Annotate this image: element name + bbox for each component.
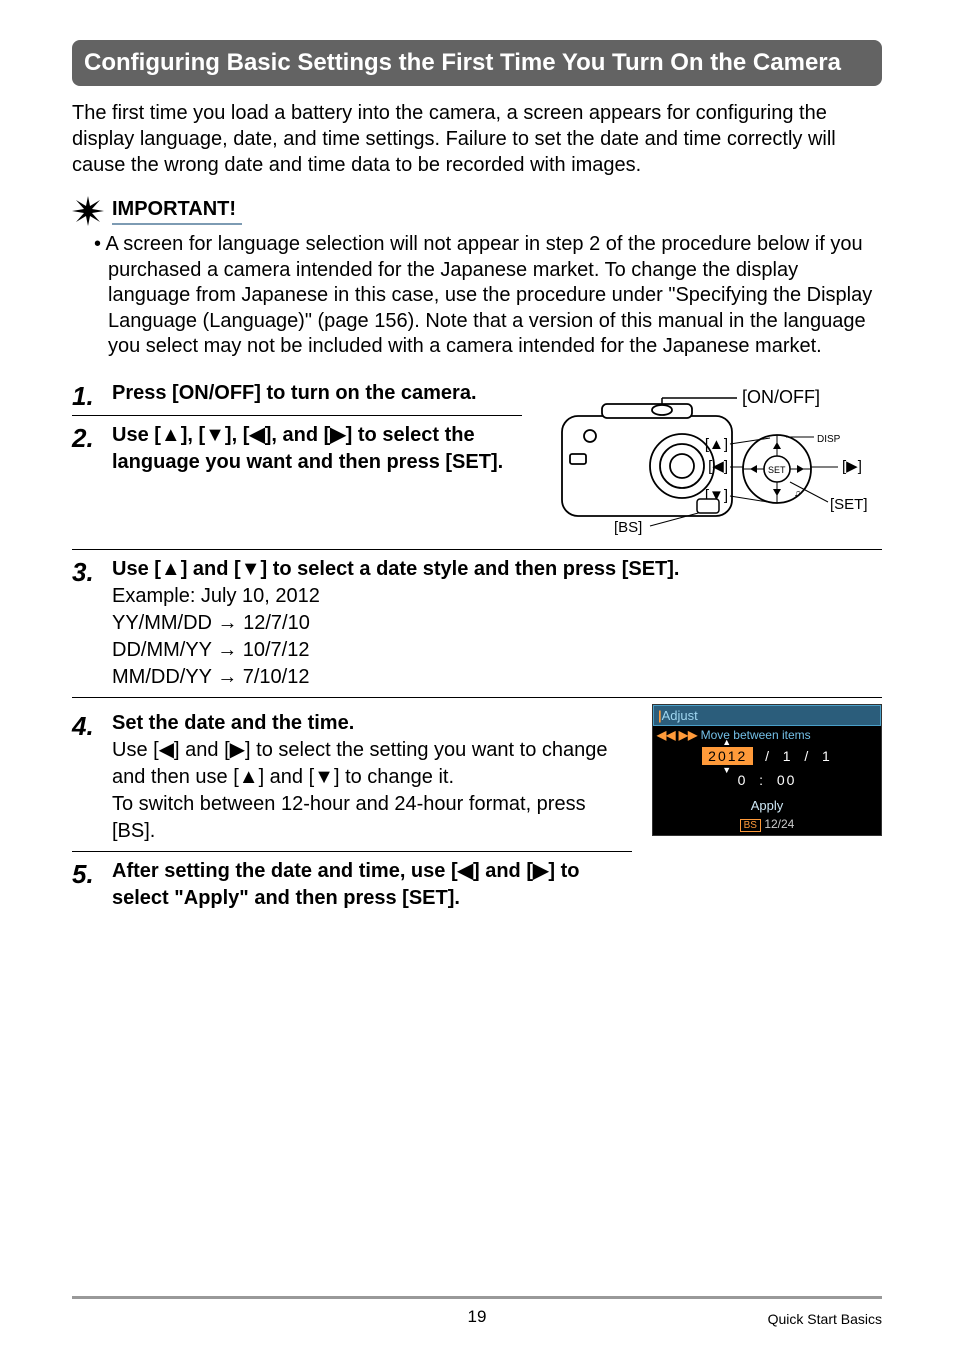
right-label: [▶] [842, 458, 862, 475]
adjust-screen: |Adjust ◀◀ ▶▶ Move between items ▲ 2012 … [652, 704, 882, 836]
step-title: After setting the date and time, use [◀]… [112, 860, 579, 909]
step-body-line: YY/MM/DD → 12/7/10 [112, 610, 680, 637]
step-number: 1. [72, 380, 102, 409]
adjust-month: 1 [783, 748, 793, 764]
adjust-mode: 12/24 [764, 817, 794, 831]
step-body-line: Use [◀] and [▶] to select the setting yo… [112, 737, 632, 791]
up-label: [▲] [705, 436, 728, 453]
adjust-year: 2012 [702, 747, 753, 765]
camera-diagram: [ON/OFF] [542, 374, 882, 549]
onoff-label: [ON/OFF] [742, 387, 820, 407]
adjust-bs-label: BS [740, 819, 761, 832]
adjust-subtitle: Move between items [701, 728, 811, 742]
step-number: 5. [72, 858, 102, 887]
step-number: 4. [72, 710, 102, 739]
step-body-line: Example: July 10, 2012 [112, 583, 680, 610]
important-body: • A screen for language selection will n… [100, 232, 882, 360]
step-1: 1. Press [ON/OFF] to turn on the camera. [72, 374, 522, 415]
step-number: 2. [72, 422, 102, 451]
step-title: Use [▲] and [▼] to select a date style a… [112, 558, 680, 580]
left-label: [◀] [708, 458, 728, 475]
bs-label: [BS] [614, 519, 642, 536]
section-heading: Configuring Basic Settings the First Tim… [72, 40, 882, 86]
svg-text:♫: ♫ [794, 488, 801, 498]
starburst-icon [72, 196, 104, 226]
adjust-apply: Apply [653, 792, 881, 815]
set-label: [SET] [830, 496, 868, 513]
disp-label: DISP [817, 434, 841, 445]
step-2: 2. Use [▲], [▼], [◀], and [▶] to select … [72, 415, 522, 482]
step-number: 3. [72, 556, 102, 585]
step-3: 3. Use [▲] and [▼] to select a date styl… [72, 549, 882, 697]
step-title: Use [▲], [▼], [◀], and [▶] to select the… [112, 424, 503, 473]
step-body-line: To switch between 12-hour and 24-hour fo… [112, 791, 632, 845]
step-title: Press [ON/OFF] to turn on the camera. [112, 382, 477, 404]
adjust-day: 1 [822, 748, 832, 764]
adjust-minute: 00 [777, 772, 797, 788]
intro-paragraph: The first time you load a battery into t… [72, 100, 882, 178]
adjust-hour: 0 [738, 772, 748, 788]
important-label: IMPORTANT! [112, 198, 242, 225]
step-5: 5. After setting the date and time, use … [72, 851, 632, 918]
step-body-line: MM/DD/YY → 7/10/12 [112, 664, 680, 691]
adjust-title: Adjust [662, 708, 698, 723]
svg-text:SET: SET [768, 465, 786, 475]
step-title: Set the date and the time. [112, 712, 354, 734]
step-body-line: DD/MM/YY → 10/7/12 [112, 637, 680, 664]
footer-page-number: 19 [0, 1307, 954, 1327]
step-4: 4. Set the date and the time. Use [◀] an… [72, 704, 632, 851]
important-header: IMPORTANT! [72, 196, 882, 226]
